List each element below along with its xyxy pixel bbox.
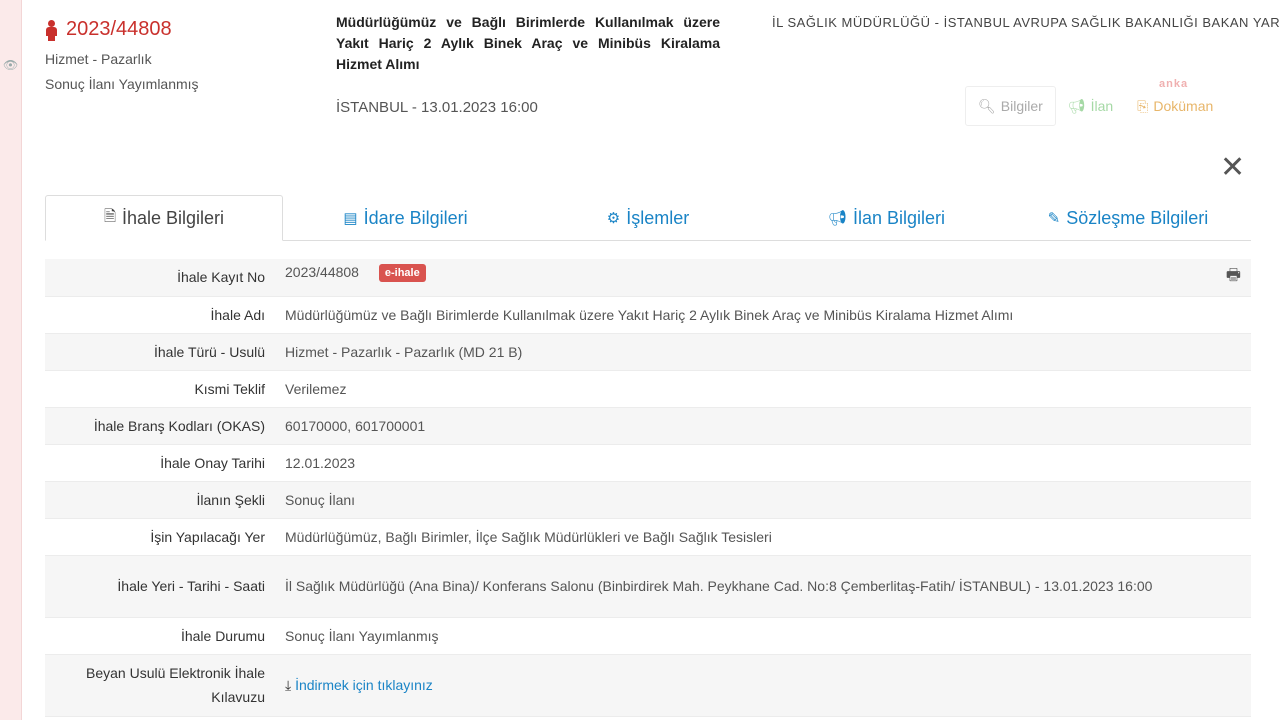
agency-name: İL SAĞLIK MÜDÜRLÜĞÜ - İSTANBUL AVRUPA SA… [772, 15, 1280, 30]
row-value: İl Sağlık Müdürlüğü (Ana Bina)/ Konferan… [275, 555, 1251, 617]
tab-label: İşlemler [626, 207, 690, 228]
row-label: Kısmi Teklif [45, 370, 275, 407]
table-row: İhale Yeri - Tarihi - Saati İl Sağlık Mü… [45, 555, 1251, 617]
row-value: 60170000, 601700001 [275, 407, 1251, 444]
table-row: Kısmi Teklif Verilemez [45, 370, 1251, 407]
ilan-label: İlan [1090, 98, 1114, 114]
download-icon: ⤓ [285, 676, 292, 693]
person-icon [44, 19, 58, 41]
tab-idare-bilgileri[interactable]: ▤ İdare Bilgileri [283, 195, 528, 241]
print-icon[interactable]: 🖶︎ [1226, 264, 1241, 291]
bullhorn-icon: 📢︎ [1067, 97, 1086, 114]
tab-islemler[interactable]: ⚙ İşlemler [528, 195, 768, 241]
tender-number-text: 2023/44808 [66, 18, 172, 40]
table-row: İşin Yapılacağı Yer Müdürlüğümüz, Bağlı … [45, 518, 1251, 555]
tab-label: Sözleşme Bilgileri [1066, 207, 1209, 228]
row-value: Müdürlüğümüz ve Bağlı Birimlerde Kullanı… [275, 296, 1251, 333]
table-row: İhale Adı Müdürlüğümüz ve Bağlı Birimler… [45, 296, 1251, 333]
row-value: 2023/44808 [285, 263, 359, 280]
bilgiler-button[interactable]: 🔍︎ Bilgiler [965, 86, 1056, 126]
row-label: Beyan Usulü Elektronik İhale Kılavuzu [45, 654, 275, 716]
table-row: İhale Kayıt No 2023/44808 e-ihale 🖶︎ [45, 259, 1251, 296]
tab-ilan-bilgileri[interactable]: 📢︎ İlan Bilgileri [768, 195, 1005, 241]
edit-icon: ✎ [1047, 210, 1061, 227]
tab-sozlesme-bilgileri[interactable]: ✎ Sözleşme Bilgileri [1005, 195, 1251, 241]
left-strip: 👁 [0, 0, 22, 720]
bullhorn-icon: 📢︎ [827, 210, 847, 227]
tab-label: İlan Bilgileri [853, 207, 946, 228]
tab-label: İhale Bilgileri [122, 207, 225, 228]
document-icon: ⎘ [1137, 97, 1149, 114]
row-label: İşin Yapılacağı Yer [45, 518, 275, 555]
table-row: İlanın Şekli Sonuç İlanı [45, 481, 1251, 518]
row-value: Verilemez [275, 370, 1251, 407]
row-value: Sonuç İlanı Yayımlanmış [275, 617, 1251, 654]
row-label: İhale Kayıt No [45, 259, 275, 296]
tender-type: Hizmet - Pazarlık [45, 51, 152, 67]
tender-title: Müdürlüğümüz ve Bağlı Birimlerde Kullanı… [336, 14, 720, 72]
row-label: İhale Onay Tarihi [45, 444, 275, 481]
row-value: 12.01.2023 [275, 444, 1251, 481]
row-label: İhale Branş Kodları (OKAS) [45, 407, 275, 444]
action-bar: 🔍︎ Bilgiler 📢︎ İlan ⎘ Doküman [965, 86, 1225, 126]
row-value: Hizmet - Pazarlık - Pazarlık (MD 21 B) [275, 333, 1251, 370]
table-row: Beyan Usulü Elektronik İhale Kılavuzu ⤓ … [45, 654, 1251, 716]
search-icon: 🔍︎ [978, 97, 996, 114]
tender-status: Sonuç İlanı Yayımlanmış [45, 76, 199, 92]
tender-info-table: İhale Kayıt No 2023/44808 e-ihale 🖶︎ İha… [45, 259, 1251, 717]
building-icon: ▤ [343, 210, 358, 227]
e-ihale-badge: e-ihale [378, 264, 426, 283]
row-label: İlanın Şekli [45, 481, 275, 518]
table-row: İhale Onay Tarihi 12.01.2023 [45, 444, 1251, 481]
bilgiler-label: Bilgiler [1000, 98, 1043, 114]
table-row: İhale Branş Kodları (OKAS) 60170000, 601… [45, 407, 1251, 444]
tab-label: İdare Bilgileri [363, 207, 468, 228]
ilan-button[interactable]: 📢︎ İlan [1056, 86, 1125, 126]
eye-icon[interactable]: 👁 [3, 58, 18, 72]
row-label: İhale Adı [45, 296, 275, 333]
dokuman-label: Doküman [1153, 98, 1214, 114]
tender-number: 2023/44808 [44, 18, 172, 41]
row-label: İhale Yeri - Tarihi - Saati [45, 555, 275, 617]
row-label: İhale Türü - Usulü [45, 333, 275, 370]
table-row: İhale Durumu Sonuç İlanı Yayımlanmış [45, 617, 1251, 654]
table-row: İhale Türü - Usulü Hizmet - Pazarlık - P… [45, 333, 1251, 370]
row-value: Sonuç İlanı [275, 481, 1251, 518]
download-guide-link[interactable]: İndirmek için tıklayınız [295, 677, 433, 693]
city-date: İSTANBUL - 13.01.2023 16:00 [336, 99, 538, 116]
close-icon[interactable]: ✕ [1220, 153, 1245, 183]
row-label: İhale Durumu [45, 617, 275, 654]
tab-ihale-bilgileri[interactable]: 🗎 İhale Bilgileri [45, 195, 283, 241]
tab-bar: 🗎 İhale Bilgileri ▤ İdare Bilgileri ⚙ İş… [45, 195, 1251, 241]
dokuman-button[interactable]: ⎘ Doküman [1125, 86, 1225, 126]
file-icon: 🗎 [103, 207, 116, 225]
cogs-icon: ⚙ [606, 210, 621, 227]
row-value: Müdürlüğümüz, Bağlı Birimler, İlçe Sağlı… [275, 518, 1251, 555]
